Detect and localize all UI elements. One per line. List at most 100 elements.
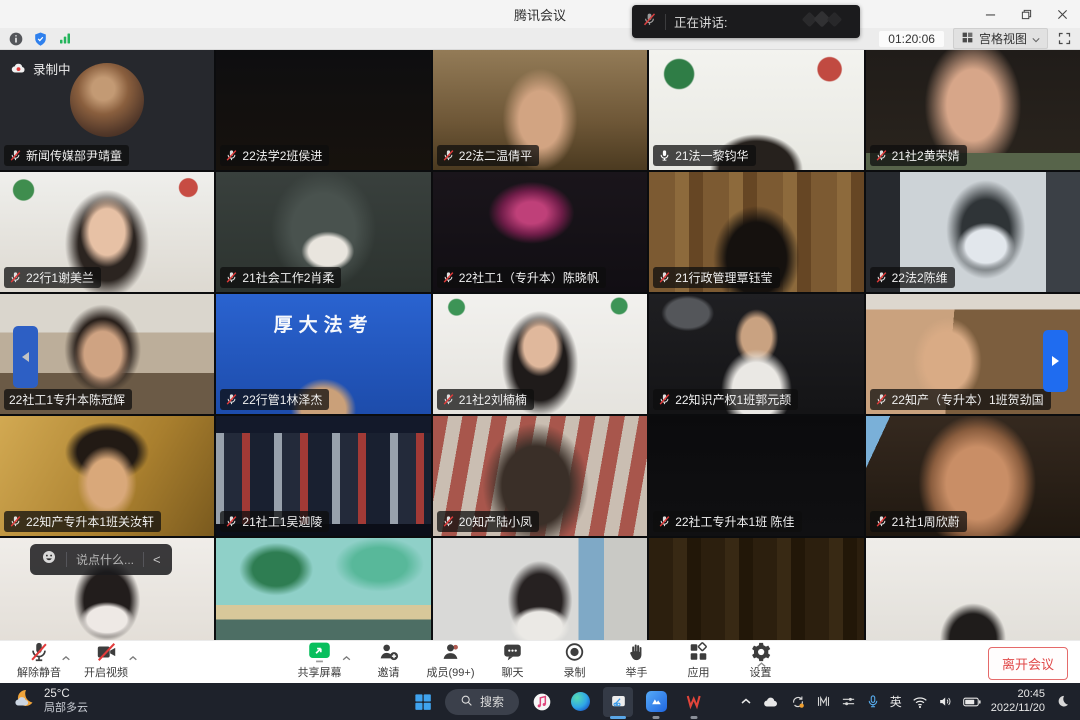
share-screen-icon [308,640,332,664]
snip-tool-icon[interactable] [603,687,633,717]
tencent-meeting-app-icon[interactable] [641,687,671,717]
participant-name: 22法学2班侯进 [242,147,322,164]
mic-muted-icon [658,271,671,284]
sync-icon[interactable] [790,694,806,710]
mic-muted-icon [442,515,455,528]
participant-label: 22社工1专升本陈冠辉 [4,389,132,410]
video-tile[interactable]: 21社2黄荣婧 [866,50,1080,170]
participant-name: 22社工1专升本陈冠辉 [9,391,125,408]
tencent-meeting-window: 腾讯会议 正在讲话: 01:20:06 宫格视图 [0,0,1080,720]
video-tile[interactable]: 20知产陆小凤 [433,416,647,536]
participant-name: 22知产专升本1班关汝轩 [26,513,154,530]
video-tile[interactable]: 22社工专升本1班 陈佳 [649,416,863,536]
expand-chevron-icon[interactable] [128,649,138,667]
grid-page-prev-button[interactable] [13,326,38,388]
toolbar-camera-off[interactable]: 开启视频 [81,640,131,680]
participant-label: 20知产陆小凤 [437,511,539,532]
participant-label: 22社工1（专升本）陈晓帆 [437,267,606,288]
video-tile[interactable]: 21社2刘楠楠 [433,294,647,414]
grid-page-next-button[interactable] [1043,330,1068,392]
video-tile[interactable] [649,538,863,640]
video-tile[interactable]: 21行政管理覃钰莹 [649,172,863,292]
participant-name: 21社1周欣蔚 [892,513,960,530]
toolbar-chat[interactable]: 聊天 [488,640,538,680]
avatar [70,63,144,137]
window-controls [972,0,1080,28]
video-tile[interactable]: 22法2陈维 [866,172,1080,292]
participant-label: 21社会工作2肖柔 [220,267,341,288]
toolbar-invite[interactable]: 邀请 [364,640,414,680]
quick-chat-bar[interactable]: 说点什么... < [30,544,172,575]
microphone-tray-icon[interactable] [866,694,880,709]
video-tile[interactable]: 22社工1（专升本）陈晓帆 [433,172,647,292]
toolbar-mic-muted[interactable]: 解除静音 [14,640,64,680]
toolbar-record[interactable]: 录制 [550,640,600,680]
video-tile[interactable]: 22法二温倩平 [433,50,647,170]
edge-browser-icon[interactable] [565,687,595,717]
music-app-icon[interactable] [527,687,557,717]
apps-icon [688,640,710,664]
info-icon[interactable] [8,31,24,47]
toolbar-apps[interactable]: 应用 [674,640,724,680]
shield-icon[interactable] [33,31,48,47]
toolbar-raise-hand[interactable]: 举手 [612,640,662,680]
mixer-icon[interactable] [841,694,856,709]
taskbar-clock[interactable]: 20:45 2022/11/20 [991,688,1045,716]
m-app-icon[interactable] [816,694,831,709]
chat-input-placeholder[interactable]: 说点什么... [76,551,134,568]
divider [66,552,67,567]
video-tile[interactable]: 厚大法考22行管1林泽杰 [216,294,430,414]
video-tile[interactable] [216,538,430,640]
leave-meeting-button[interactable]: 离开会议 [988,647,1068,680]
wifi-icon[interactable] [912,695,928,709]
expand-chevron-icon[interactable] [342,649,352,667]
battery-icon[interactable] [963,696,981,708]
fullscreen-icon[interactable] [1057,31,1072,46]
members-icon [440,640,462,664]
mic-muted-icon [875,393,888,406]
taskbar-search-box[interactable]: 搜索 [445,689,519,715]
taskbar-weather-widget[interactable]: 25°C 局部多云 [12,687,88,716]
windows-taskbar: 25°C 局部多云 搜索 英 [0,683,1080,720]
toolbar-label: 解除静音 [17,664,61,680]
emoji-icon[interactable] [41,549,57,570]
video-tile[interactable]: 21社1周欣蔚 [866,416,1080,536]
video-tile[interactable] [866,538,1080,640]
toolbar-label: 邀请 [378,664,400,680]
minimize-button[interactable] [972,0,1008,28]
toolbar-members[interactable]: 成员(99+) [426,640,476,680]
language-indicator[interactable]: 英 [890,693,902,710]
video-tile[interactable]: 21社工1吴迦陵 [216,416,430,536]
mic-muted-icon [9,515,22,528]
video-tile[interactable] [433,538,647,640]
mic-muted-icon [658,515,671,528]
wps-app-icon[interactable] [679,687,709,717]
record-icon [564,640,586,664]
close-button[interactable] [1044,0,1080,28]
participant-label: 22法二温倩平 [437,145,539,166]
toolbar-share-screen[interactable]: 共享屏幕 [295,640,345,680]
view-mode-button[interactable]: 宫格视图 [953,28,1048,49]
toolbar-label: 举手 [626,664,648,680]
video-tile[interactable]: 21法一黎钧华 [649,50,863,170]
video-tile[interactable]: 22行1谢美兰 [0,172,214,292]
video-tile[interactable]: 22知识产权1班郭元颉 [649,294,863,414]
moon-icon[interactable] [1055,694,1070,709]
video-tile[interactable]: 21社会工作2肖柔 [216,172,430,292]
toolbar-center-group: 共享屏幕邀请成员(99+)聊天录制举手应用设置 [295,640,786,680]
expand-chevron-icon[interactable] [61,649,71,667]
meeting-timer: 01:20:06 [879,31,944,47]
grid-view-icon [961,31,974,47]
video-tile[interactable]: 22知产专升本1班关汝轩 [0,416,214,536]
restore-button[interactable] [1008,0,1044,28]
statusbar-left-icons [8,31,73,47]
hidden-icons-chevron-icon[interactable] [740,697,752,706]
network-signal-icon[interactable] [57,31,73,46]
windows-start-button[interactable] [407,687,437,717]
chat-collapse-arrow[interactable]: < [153,552,161,567]
divider [143,552,144,567]
onedrive-cloud-icon[interactable] [762,695,780,709]
toolbar-collapse-chevron[interactable] [756,656,767,674]
video-tile[interactable]: 22法学2班侯进 [216,50,430,170]
speaker-icon[interactable] [938,694,953,709]
